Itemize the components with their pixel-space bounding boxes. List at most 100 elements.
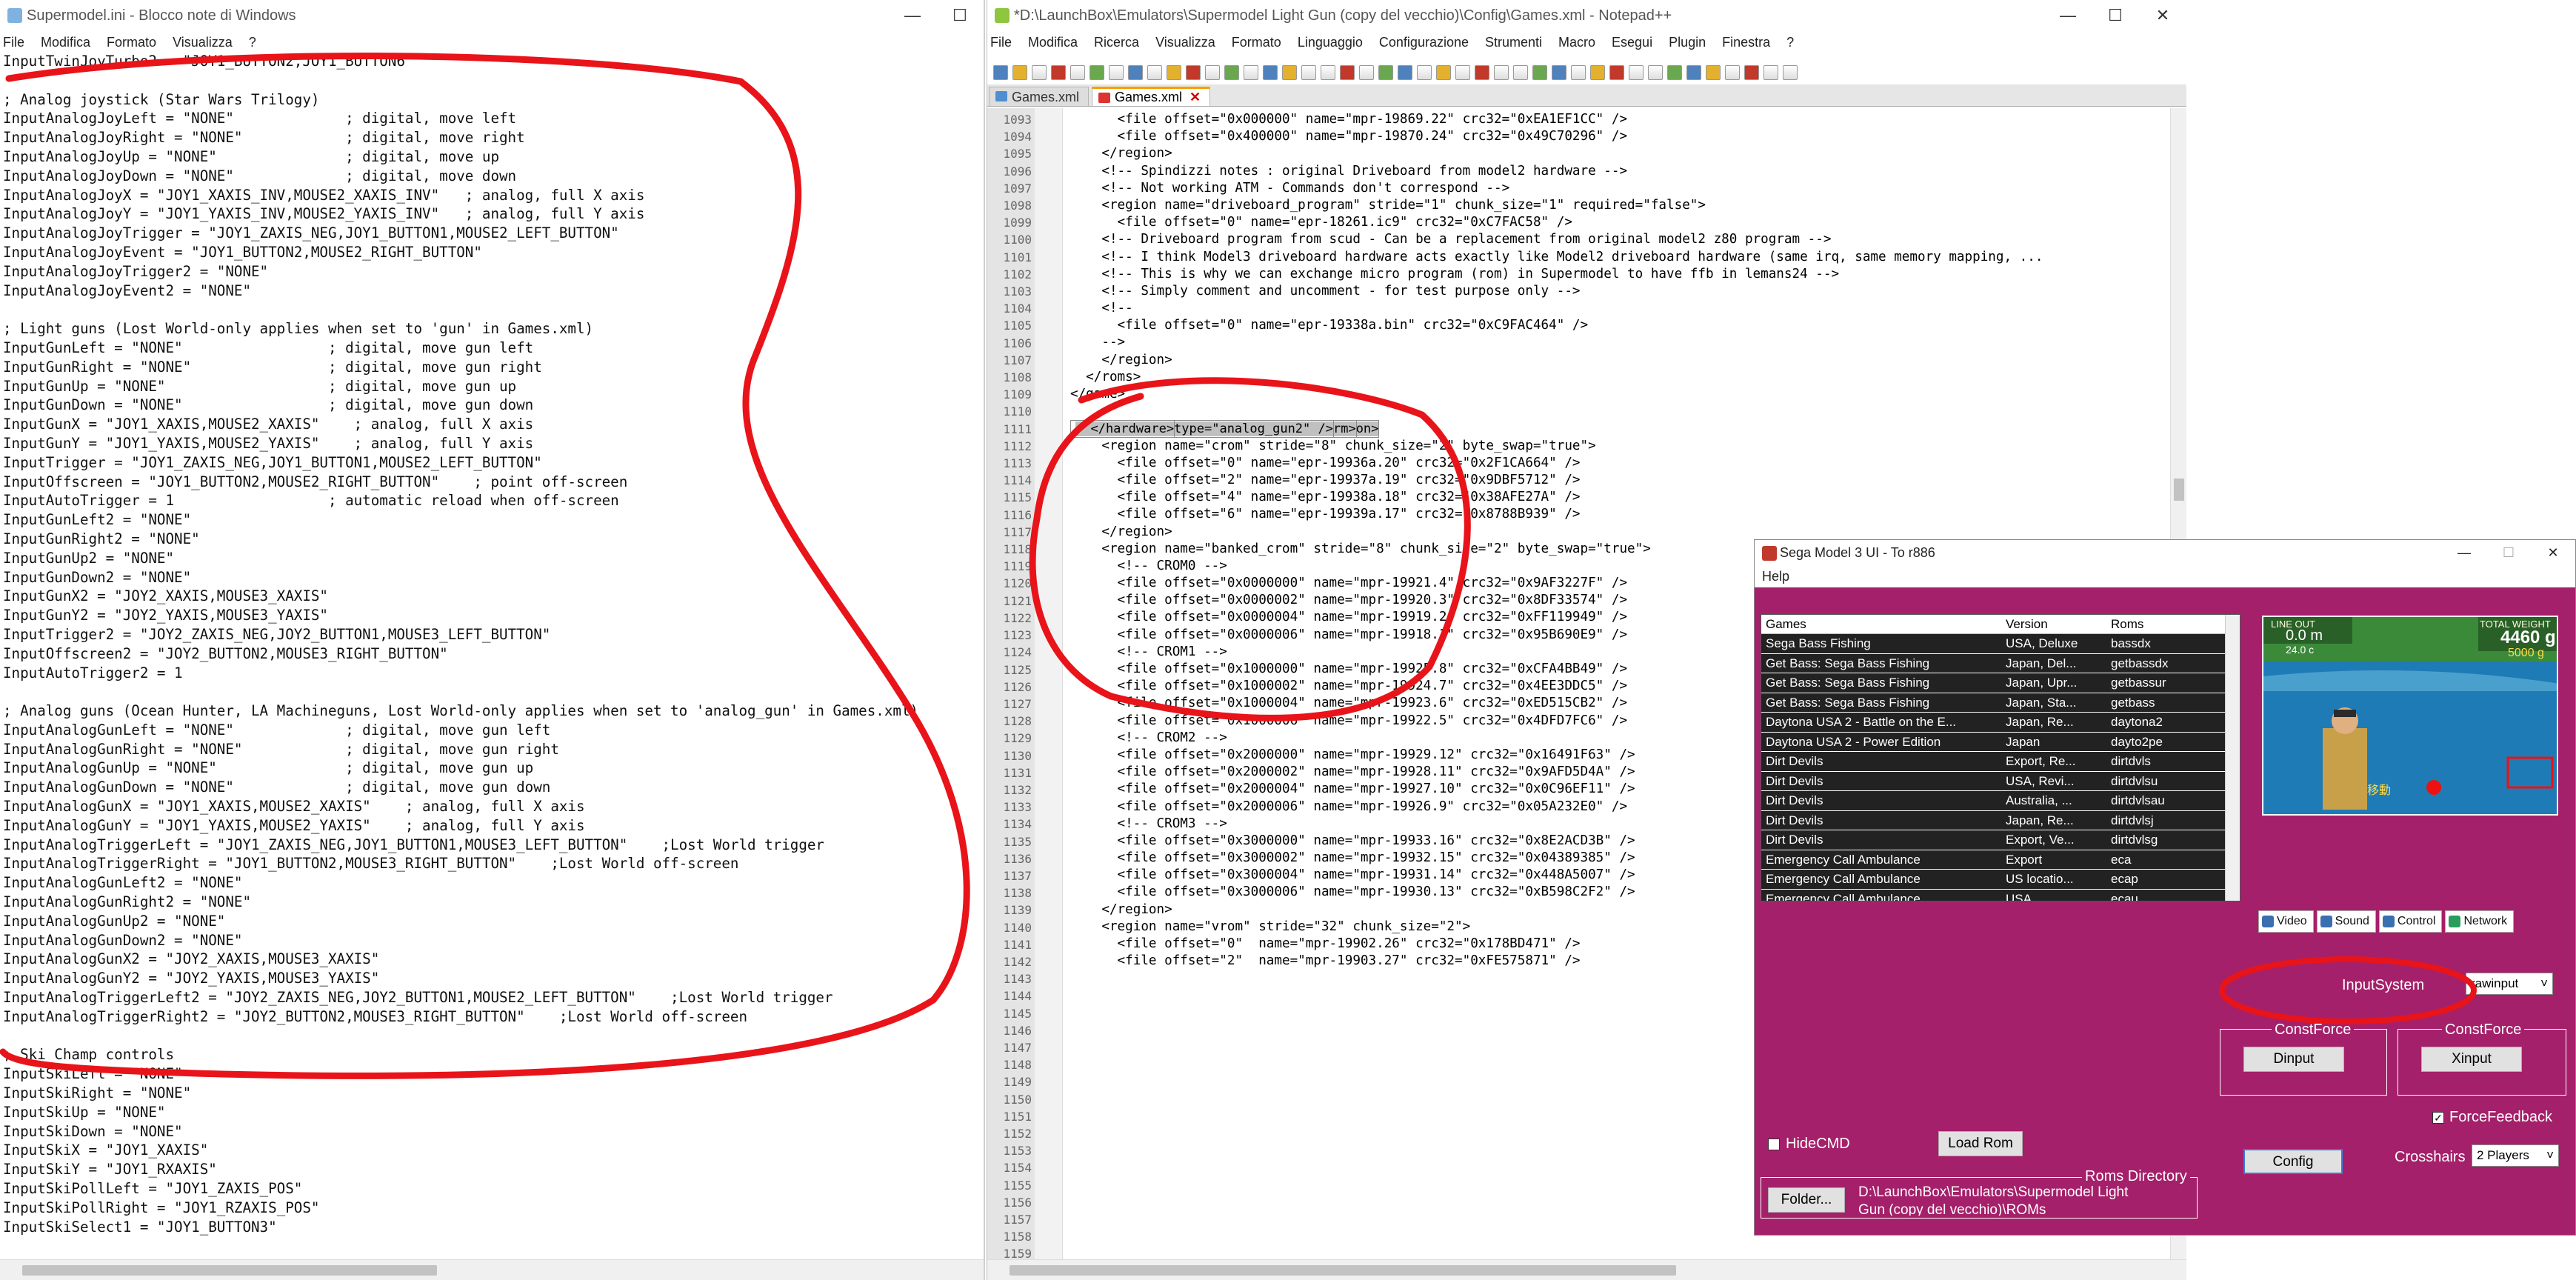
game-row[interactable]: Get Bass: Sega Bass Fishing Japan, Upr...… [1761, 673, 2240, 693]
toolbar-icon[interactable] [1244, 65, 1258, 80]
game-row[interactable]: Get Bass: Sega Bass Fishing Japan, Del...… [1761, 653, 2240, 673]
column-roms[interactable]: Roms [2106, 615, 2218, 633]
maximize-icon[interactable]: ☐ [936, 6, 984, 25]
scroll-thumb[interactable] [1010, 1265, 1676, 1276]
notepadpp-horizontal-scrollbar[interactable] [987, 1259, 2186, 1280]
notepadpp-titlebar[interactable]: *D:\LaunchBox\Emulators\Supermodel Light… [987, 0, 2186, 31]
toolbar-icon[interactable] [1725, 65, 1740, 80]
toolbar-icon[interactable] [1321, 65, 1335, 80]
load-rom-button[interactable]: Load Rom [1938, 1131, 2023, 1156]
notepad-titlebar[interactable]: Supermodel.ini - Blocco note di Windows … [0, 0, 984, 31]
menu-item-0[interactable]: File [3, 35, 24, 50]
toolbar-icon[interactable] [1494, 65, 1509, 80]
menu-item-5[interactable]: Linguaggio [1298, 35, 1363, 50]
games-list[interactable]: Games Version Roms Sega Bass Fishing USA,… [1761, 614, 2240, 901]
menu-item-9[interactable]: Esegui [1612, 35, 1652, 50]
toolbar-icon[interactable] [1128, 65, 1143, 80]
toolbar-icon[interactable] [1032, 65, 1047, 80]
toolbar-icon[interactable] [1263, 65, 1278, 80]
menu-item-2[interactable]: Ricerca [1094, 35, 1139, 50]
toolbar-icon[interactable] [1667, 65, 1682, 80]
menu-item-1[interactable]: Modifica [41, 35, 90, 50]
menu-item-3[interactable]: Visualizza [173, 35, 233, 50]
toolbar-icon[interactable] [1629, 65, 1644, 80]
tab-sound[interactable]: Sound [2316, 910, 2376, 933]
toolbar-icon[interactable] [1686, 65, 1701, 80]
close-tab-icon[interactable]: ✕ [1189, 90, 1201, 104]
tab-network[interactable]: Network [2445, 910, 2515, 933]
toolbar-icon[interactable] [1648, 65, 1663, 80]
toolbar-icon[interactable] [1764, 65, 1778, 80]
toolbar-icon[interactable] [1167, 65, 1181, 80]
menu-item-2[interactable]: Formato [107, 35, 156, 50]
folder-button[interactable]: Folder... [1768, 1187, 1845, 1213]
toolbar-icon[interactable] [1475, 65, 1489, 80]
tab-games-xml-2[interactable]: Games.xml ✕ [1092, 87, 1211, 106]
crosshairs-select[interactable]: 2 Players ˅ [2472, 1144, 2559, 1167]
menu-item-1[interactable]: Modifica [1028, 35, 1078, 50]
menu-item-0[interactable]: File [990, 35, 1012, 50]
toolbar-icon[interactable] [1224, 65, 1239, 80]
toolbar-icon[interactable] [1455, 65, 1470, 80]
game-row[interactable]: Dirt Devils Australia, ... dirtdvlsau [1761, 791, 2240, 811]
maximize-icon[interactable]: ☐ [2092, 6, 2139, 25]
game-row[interactable]: Emergency Call Ambulance US locatio... eca… [1761, 870, 2240, 890]
toolbar-icon[interactable] [1513, 65, 1528, 80]
toolbar-icon[interactable] [1552, 65, 1566, 80]
toolbar-icon[interactable] [1417, 65, 1432, 80]
toolbar-icon[interactable] [1359, 65, 1374, 80]
toolbar-icon[interactable] [1186, 65, 1201, 80]
close-icon[interactable]: ✕ [2531, 545, 2575, 561]
sm-menu-help[interactable]: Help [1755, 565, 2575, 587]
game-row[interactable]: Dirt Devils Export, Re... dirtdvls [1761, 752, 2240, 772]
column-version[interactable]: Version [2001, 615, 2106, 633]
menu-item-4[interactable]: ? [249, 35, 256, 50]
toolbar-icon[interactable] [1090, 65, 1104, 80]
menu-item-6[interactable]: Configurazione [1379, 35, 1469, 50]
column-games[interactable]: Games [1761, 615, 2001, 633]
input-system-select[interactable]: rawinput ˅ [2466, 973, 2553, 995]
toolbar-icon[interactable] [1012, 65, 1027, 80]
hidecmd-checkbox[interactable] [1768, 1139, 1780, 1150]
forcefeedback-checkbox[interactable]: ✓ [2432, 1112, 2444, 1124]
game-row[interactable]: Dirt Devils Japan, Re... dirtdvlsj [1761, 810, 2240, 830]
toolbar-icon[interactable] [1070, 65, 1085, 80]
dinput-button[interactable]: Dinput [2243, 1047, 2344, 1072]
toolbar-icon[interactable] [1571, 65, 1586, 80]
menu-item-11[interactable]: Finestra [1722, 35, 1770, 50]
games-list-scrollbar[interactable] [2225, 615, 2240, 901]
notepad-text-area[interactable]: InputTwinJoyTurbo2 = "JOY1_BUTTON2,JOY1_… [3, 52, 918, 1236]
toolbar-icon[interactable] [1147, 65, 1162, 80]
config-button[interactable]: Config [2243, 1149, 2343, 1174]
scroll-thumb[interactable] [2174, 479, 2184, 501]
game-row[interactable]: Dirt Devils Export, Ve... dirtdvlsg [1761, 830, 2240, 850]
menu-item-10[interactable]: Plugin [1669, 35, 1706, 50]
close-icon[interactable]: ✕ [2139, 6, 2186, 25]
minimize-icon[interactable]: — [2044, 6, 2092, 25]
menu-item-12[interactable]: ? [1786, 35, 1794, 50]
toolbar-icon[interactable] [1609, 65, 1624, 80]
menu-item-4[interactable]: Formato [1232, 35, 1281, 50]
toolbar-icon[interactable] [1436, 65, 1451, 80]
game-row[interactable]: Sega Bass Fishing USA, Deluxe bassdx [1761, 634, 2240, 654]
scroll-thumb[interactable] [22, 1265, 437, 1276]
toolbar-icon[interactable] [1783, 65, 1798, 80]
menu-item-8[interactable]: Macro [1558, 35, 1595, 50]
game-row[interactable]: Emergency Call Ambulance Export eca [1761, 850, 2240, 870]
toolbar-icon[interactable] [1109, 65, 1124, 80]
notepad-horizontal-scrollbar[interactable] [0, 1259, 984, 1280]
tab-games-xml-1[interactable]: Games.xml [989, 87, 1090, 106]
toolbar-icon[interactable] [1301, 65, 1316, 80]
toolbar-icon[interactable] [1744, 65, 1759, 80]
toolbar-icon[interactable] [1282, 65, 1297, 80]
sm-titlebar[interactable]: Sega Model 3 UI - To r886 — ☐ ✕ [1755, 540, 2575, 565]
toolbar-icon[interactable] [993, 65, 1008, 80]
toolbar-icon[interactable] [1532, 65, 1547, 80]
toolbar-icon[interactable] [1590, 65, 1605, 80]
minimize-icon[interactable]: — [2442, 545, 2486, 561]
game-row[interactable]: Get Bass: Sega Bass Fishing Japan, Sta...… [1761, 693, 2240, 713]
menu-item-3[interactable]: Visualizza [1155, 35, 1215, 50]
game-row[interactable]: Emergency Call Ambulance USA ecau [1761, 889, 2240, 901]
tab-control[interactable]: Control [2378, 910, 2443, 933]
toolbar-icon[interactable] [1205, 65, 1220, 80]
